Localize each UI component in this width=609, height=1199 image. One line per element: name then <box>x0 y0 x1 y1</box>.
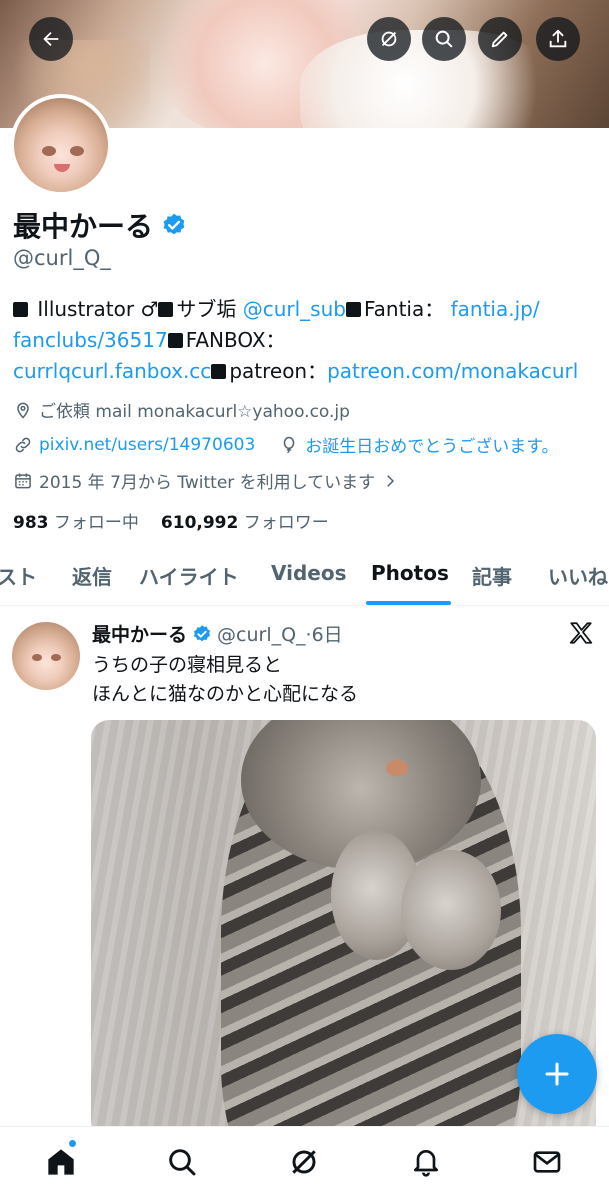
following-count: 983 <box>13 513 49 533</box>
bio-text: Illustrator ♂ <box>37 297 159 321</box>
calendar-icon <box>15 473 31 488</box>
birthday-text[interactable]: お誕生日おめでとうございます。 <box>305 432 558 457</box>
tweet-handle-time: @curl_Q_·6日 <box>217 624 343 646</box>
profile-joined[interactable]: 2015 年 7月から Twitter を利用しています <box>13 468 399 493</box>
nav-grok[interactable] <box>287 1145 321 1179</box>
compose-button[interactable] <box>517 1034 597 1114</box>
location-icon <box>17 402 29 419</box>
plus-icon <box>545 1062 569 1086</box>
bio-link-patreon[interactable]: patreon.com/monakacurl <box>327 359 578 383</box>
tab-likes[interactable]: いいね <box>548 561 608 590</box>
nav-search[interactable] <box>165 1145 199 1179</box>
tweet-author-name[interactable]: 最中かーる <box>92 620 187 647</box>
bell-icon <box>414 1150 438 1177</box>
followers-label: フォロワー <box>243 513 329 533</box>
following-link[interactable]: 983 フォロー中 <box>13 508 139 533</box>
followers-count: 610,992 <box>160 513 239 533</box>
bio-link-fantia[interactable]: fanclubs/36517 <box>13 328 168 352</box>
tweet-header: 最中かーる @curl_Q_·6日 <box>92 620 343 647</box>
grok-button[interactable] <box>367 17 411 61</box>
following-label: フォロー中 <box>53 513 139 533</box>
share-button[interactable] <box>536 17 580 61</box>
mail-icon <box>533 1151 561 1173</box>
profile-meta-row: pixiv.net/users/14970603 お誕生日おめでとうございます。 <box>13 432 559 457</box>
tweet-text-line: うちの子の寝相見ると <box>92 654 283 676</box>
pencil-icon <box>491 31 508 48</box>
verified-badge-icon[interactable] <box>161 212 187 238</box>
back-button[interactable] <box>29 17 73 61</box>
bio-link-sub[interactable]: @curl_sub <box>243 297 346 321</box>
grok-icon <box>292 1150 316 1174</box>
profile-tabs: スト 返信 ハイライト Videos Photos 記事 いいね <box>0 548 609 606</box>
notification-dot <box>68 1139 77 1148</box>
balloon-icon <box>283 436 295 453</box>
tweet-text-line: ほんとに猫なのかと心配になる <box>92 683 359 705</box>
edit-button[interactable] <box>478 17 522 61</box>
x-logo-icon[interactable] <box>568 620 594 646</box>
profile-handle: @curl_Q_ <box>13 246 111 270</box>
bio-text: FANBOX： <box>185 328 286 352</box>
nav-home[interactable] <box>44 1145 78 1179</box>
link-icon <box>15 437 31 452</box>
bio-text: patreon： <box>229 359 328 383</box>
search-icon <box>169 1149 196 1176</box>
search-button[interactable] <box>422 17 466 61</box>
grok-icon <box>381 31 397 47</box>
profile-location: ご依頼 mail monakacurl☆yahoo.co.jp <box>13 397 350 422</box>
nav-notifications[interactable] <box>409 1145 443 1179</box>
bottom-nav <box>0 1126 609 1199</box>
display-name: 最中かーる <box>13 210 154 243</box>
chevron-right-icon <box>387 474 395 487</box>
verified-badge-icon <box>194 624 211 641</box>
tab-replies[interactable]: 返信 <box>72 561 112 590</box>
bio-link-fanbox[interactable]: currlqcurl.fanbox.cc <box>13 359 211 383</box>
search-icon <box>435 30 453 48</box>
tab-videos[interactable]: Videos <box>271 561 347 585</box>
bio-text: サブ垢 <box>176 297 237 321</box>
tab-articles[interactable]: 記事 <box>472 561 512 590</box>
share-icon <box>549 29 567 48</box>
tweet-text: うちの子の寝相見ると ほんとに猫なのかと心配になる <box>92 651 358 709</box>
website-link[interactable]: pixiv.net/users/14970603 <box>39 435 255 455</box>
home-icon <box>48 1149 74 1175</box>
nav-messages[interactable] <box>530 1145 564 1179</box>
profile-bio: Illustrator ♂ サブ垢 @curl_sub Fantia： fantia… <box>13 294 603 387</box>
tweet-avatar[interactable] <box>12 622 80 690</box>
tab-posts[interactable]: スト <box>0 561 37 590</box>
tab-highlights[interactable]: ハイライト <box>139 561 239 590</box>
location-text: ご依頼 mail monakacurl☆yahoo.co.jp <box>39 402 350 422</box>
bio-link-fantia[interactable]: fantia.jp/ <box>451 297 540 321</box>
profile-avatar[interactable] <box>10 94 112 196</box>
arrow-left-icon <box>43 31 59 47</box>
tab-photos[interactable]: Photos <box>371 561 449 585</box>
followers-link[interactable]: 610,992 フォロワー <box>161 508 329 533</box>
joined-text: 2015 年 7月から Twitter を利用しています <box>39 473 376 493</box>
bio-text: Fantia： <box>363 297 445 321</box>
active-tab-indicator <box>366 601 451 605</box>
